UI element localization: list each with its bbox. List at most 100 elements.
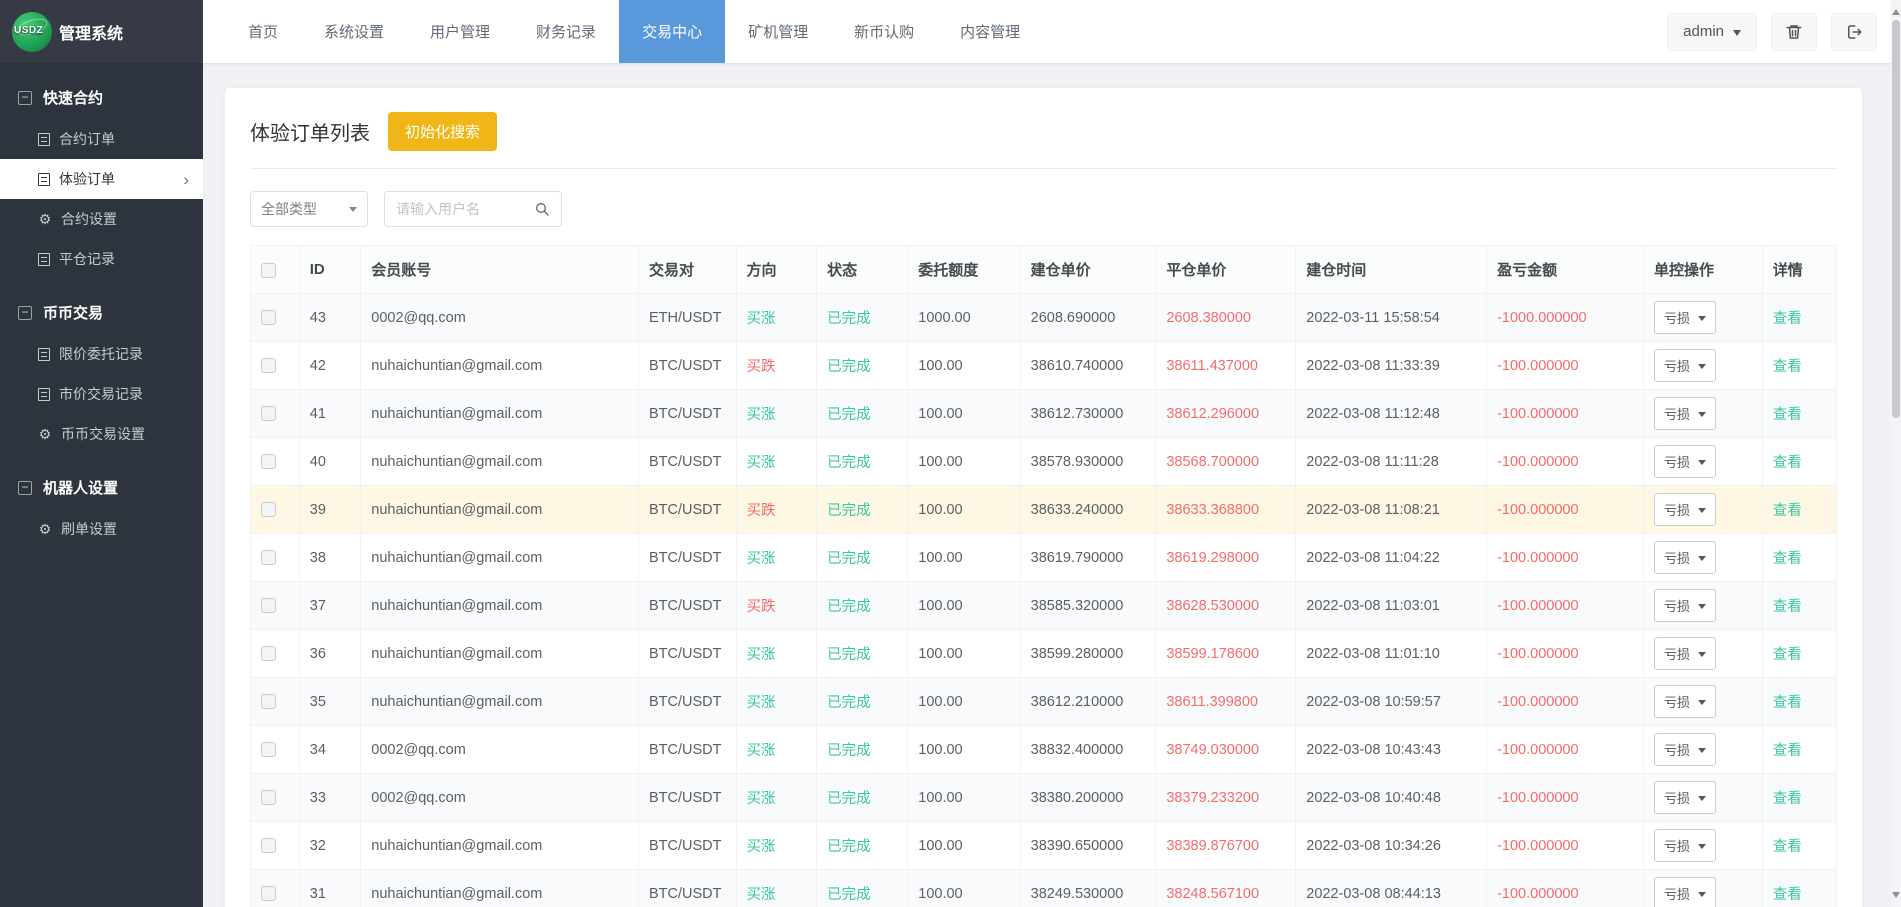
cell-open-time: 2022-03-08 11:12:48: [1295, 389, 1488, 438]
cell-account: nuhaichuntian@gmail.com: [360, 485, 639, 534]
control-select[interactable]: 亏损: [1653, 637, 1716, 670]
control-select[interactable]: 亏损: [1653, 493, 1716, 526]
cell-pnl: -100.000000: [1486, 341, 1644, 390]
caret-down-icon: [1698, 411, 1706, 421]
control-select[interactable]: 亏损: [1653, 685, 1716, 718]
sidebar-section-header[interactable]: − 币币交易: [0, 291, 203, 334]
row-checkbox[interactable]: [261, 598, 276, 614]
nav-item-3[interactable]: 用户管理: [407, 0, 513, 63]
control-select[interactable]: 亏损: [1653, 829, 1716, 862]
init-search-button[interactable]: 初始化搜索: [388, 112, 498, 151]
row-checkbox[interactable]: [261, 406, 276, 422]
caret-down-icon: [1698, 891, 1706, 901]
caret-down-icon: [1733, 29, 1741, 40]
sidebar-item[interactable]: ⚙ 合约设置: [0, 199, 203, 239]
type-filter-select[interactable]: 全部类型: [250, 191, 368, 227]
logout-button[interactable]: [1831, 12, 1877, 51]
control-select-label: 亏损: [1663, 695, 1690, 710]
cell-close-price: 38633.368800: [1155, 485, 1297, 534]
row-checkbox[interactable]: [261, 358, 276, 374]
row-checkbox[interactable]: [261, 838, 276, 854]
caret-down-icon: [1698, 843, 1706, 853]
control-select[interactable]: 亏损: [1653, 877, 1716, 907]
sidebar-item[interactable]: 限价委托记录: [0, 334, 203, 374]
control-select[interactable]: 亏损: [1653, 733, 1716, 766]
row-checkbox[interactable]: [261, 550, 276, 566]
search-icon[interactable]: [534, 201, 550, 217]
sidebar-section-header[interactable]: − 快速合约: [0, 76, 203, 119]
control-select[interactable]: 亏损: [1653, 541, 1716, 574]
view-detail-link[interactable]: 查看: [1773, 791, 1802, 807]
sidebar-item[interactable]: 体验订单 ›: [0, 159, 203, 199]
row-checkbox[interactable]: [261, 886, 276, 902]
type-filter-label: 全部类型: [261, 201, 317, 217]
column-header: 单控操作: [1642, 245, 1763, 294]
view-detail-link[interactable]: 查看: [1773, 407, 1802, 423]
control-select[interactable]: 亏损: [1653, 445, 1716, 478]
caret-down-icon: [1698, 603, 1706, 613]
table-header-row: ID 会员账号 交易对 方向 状态 委托额度 建仓单价 平仓单价 建仓时间 盈亏金额 单控操作 详情: [250, 245, 1838, 294]
scroll-down-arrow-icon[interactable]: [1892, 892, 1900, 902]
view-detail-link[interactable]: 查看: [1773, 311, 1802, 327]
caret-down-icon: [1698, 555, 1706, 565]
control-select[interactable]: 亏损: [1653, 301, 1716, 334]
nav-item-1[interactable]: 首页: [225, 0, 301, 63]
topbar-actions: admin: [1667, 0, 1901, 63]
control-select-label: 亏损: [1663, 359, 1690, 374]
sidebar-item[interactable]: 市价交易记录: [0, 374, 203, 414]
view-detail-link[interactable]: 查看: [1773, 695, 1802, 711]
view-detail-link[interactable]: 查看: [1773, 455, 1802, 471]
control-select[interactable]: 亏损: [1653, 781, 1716, 814]
control-select[interactable]: 亏损: [1653, 349, 1716, 382]
row-checkbox[interactable]: [261, 742, 276, 758]
cell-direction: 买跌: [735, 485, 818, 534]
usdz-globe-icon: USDZ: [12, 11, 52, 52]
sidebar-item[interactable]: 合约订单: [0, 119, 203, 159]
control-select[interactable]: 亏损: [1653, 589, 1716, 622]
admin-menu-button[interactable]: admin: [1667, 12, 1757, 51]
scrollbar-thumb[interactable]: [1892, 20, 1900, 418]
view-detail-link[interactable]: 查看: [1773, 359, 1802, 375]
row-checkbox[interactable]: [261, 454, 276, 470]
sidebar-menu: − 快速合约 合约订单 体验订单 › ⚙ 合约设置 平仓记录 − 币币交易 限价委托记录 市价交易记录…: [0, 63, 203, 907]
row-checkbox[interactable]: [261, 646, 276, 662]
cell-open-price: 2608.690000: [1019, 293, 1157, 342]
view-detail-link[interactable]: 查看: [1773, 551, 1802, 567]
vertical-scrollbar[interactable]: [1891, 0, 1901, 907]
sidebar-section-header[interactable]: − 机器人设置: [0, 466, 203, 509]
view-detail-link[interactable]: 查看: [1773, 647, 1802, 663]
view-detail-link[interactable]: 查看: [1773, 503, 1802, 519]
cell-id: 32: [298, 821, 362, 870]
clear-cache-button[interactable]: [1771, 12, 1817, 51]
control-select[interactable]: 亏损: [1653, 397, 1716, 430]
scroll-up-arrow-icon[interactable]: [1892, 5, 1900, 15]
view-detail-link[interactable]: 查看: [1773, 887, 1802, 903]
table-row: 39 nuhaichuntian@gmail.com BTC/USDT 买跌 已完成 10…: [250, 485, 1838, 534]
nav-item-7[interactable]: 新币认购: [831, 0, 937, 63]
collapse-icon: −: [18, 480, 32, 495]
row-checkbox[interactable]: [261, 790, 276, 806]
cell-pnl: -100.000000: [1486, 629, 1644, 678]
sidebar-item-label: 体验订单: [59, 171, 115, 187]
select-all-checkbox[interactable]: [261, 262, 276, 278]
row-checkbox[interactable]: [261, 310, 276, 326]
cell-id: 34: [298, 725, 362, 774]
username-search-input[interactable]: [396, 201, 528, 217]
sidebar-item[interactable]: ⚙ 刷单设置: [0, 509, 203, 549]
view-detail-link[interactable]: 查看: [1773, 743, 1802, 759]
nav-item-2[interactable]: 系统设置: [301, 0, 407, 63]
view-detail-link[interactable]: 查看: [1773, 599, 1802, 615]
cell-amount: 1000.00: [907, 293, 1021, 342]
cell-pair: BTC/USDT: [638, 629, 737, 678]
table-body: 43 0002@qq.com ETH/USDT 买涨 已完成 1000.00 2608.69…: [250, 293, 1838, 907]
sidebar-item[interactable]: 平仓记录: [0, 239, 203, 279]
sidebar-item[interactable]: ⚙ 币币交易设置: [0, 414, 203, 454]
row-checkbox[interactable]: [261, 694, 276, 710]
nav-item-6[interactable]: 矿机管理: [725, 0, 831, 63]
nav-item-8[interactable]: 内容管理: [937, 0, 1043, 63]
cell-open-time: 2022-03-08 11:08:21: [1295, 485, 1488, 534]
nav-item-5[interactable]: 交易中心: [619, 0, 726, 63]
view-detail-link[interactable]: 查看: [1773, 839, 1802, 855]
nav-item-4[interactable]: 财务记录: [513, 0, 619, 63]
row-checkbox[interactable]: [261, 502, 276, 518]
